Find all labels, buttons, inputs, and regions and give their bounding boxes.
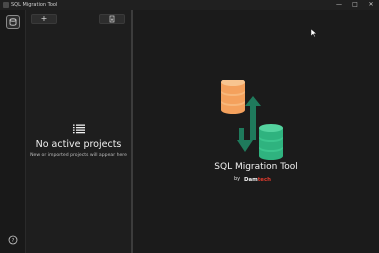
app-icon xyxy=(3,2,9,8)
mouse-cursor-icon xyxy=(311,29,317,37)
help-icon: ? xyxy=(8,235,18,245)
close-button[interactable]: ✕ xyxy=(363,0,379,10)
minimize-button[interactable]: — xyxy=(331,0,347,10)
nav-rail: ? xyxy=(0,10,26,253)
welcome-area: SQL Migration Tool by Damtech xyxy=(133,10,379,253)
list-icon xyxy=(73,124,85,134)
brand-logo: Damtech xyxy=(244,177,271,183)
projects-panel: + No active projects New or imported pro… xyxy=(26,10,131,253)
maximize-button[interactable]: □ xyxy=(347,0,363,10)
brand-part1: Dam xyxy=(244,177,258,183)
by-label: by xyxy=(234,176,241,182)
projects-button[interactable] xyxy=(6,15,20,29)
title-bar: SQL Migration Tool — □ ✕ xyxy=(0,0,379,10)
import-project-button[interactable] xyxy=(99,14,125,24)
projects-icon xyxy=(9,18,17,26)
add-project-button[interactable]: + xyxy=(31,14,57,24)
help-button[interactable]: ? xyxy=(6,233,20,247)
window-title: SQL Migration Tool xyxy=(11,2,58,8)
empty-state-subtitle: New or imported projects will appear her… xyxy=(30,153,127,158)
migration-logo-icon xyxy=(221,80,283,160)
svg-text:?: ? xyxy=(12,238,15,244)
empty-state-title: No active projects xyxy=(35,139,122,150)
import-icon xyxy=(109,15,115,23)
brand-part2: tech xyxy=(257,177,272,183)
product-name: SQL Migration Tool xyxy=(214,162,298,172)
